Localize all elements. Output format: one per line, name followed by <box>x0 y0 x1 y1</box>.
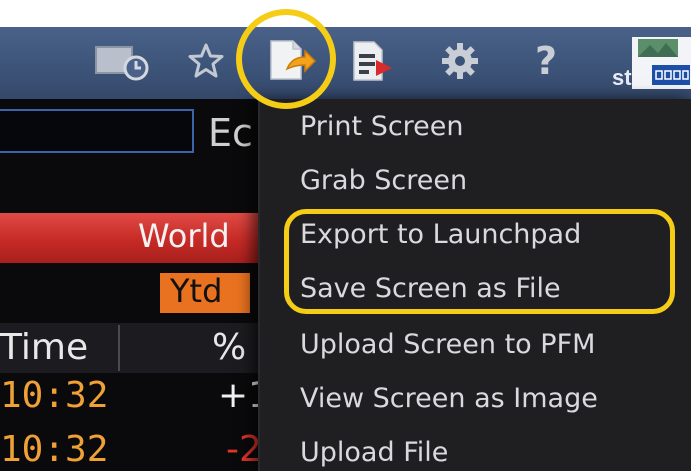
toolbar: ? st <box>0 27 691 99</box>
command-input[interactable] <box>0 109 194 153</box>
menu-item-upload-file[interactable]: Upload File <box>300 427 448 471</box>
column-header-change[interactable]: % <box>212 327 246 368</box>
export-page-icon[interactable] <box>262 39 320 83</box>
column-header-time[interactable]: Time <box>0 327 88 368</box>
menu-item-export-to-launchpad[interactable]: Export to Launchpad <box>300 209 581 261</box>
banner-title: World <box>138 217 230 255</box>
help-icon[interactable]: ? <box>528 39 564 83</box>
menu-item-grab-screen[interactable]: Grab Screen <box>300 155 467 207</box>
gear-icon[interactable] <box>438 39 482 83</box>
app-launcher-icon[interactable] <box>632 37 691 89</box>
help-glyph: ? <box>534 39 558 83</box>
table-row-time: 10:32 <box>0 375 109 416</box>
menu-item-upload-screen-to-pfm[interactable]: Upload Screen to PFM <box>300 319 595 371</box>
clock-icon[interactable] <box>92 39 154 83</box>
menu-item-save-screen-as-file[interactable]: Save Screen as File <box>300 263 561 315</box>
toolbar-partial-label: st <box>612 65 632 90</box>
terminal-screen: ? st Ec World Ytd Time % 10:32 +1 10:32 … <box>0 27 691 471</box>
report-icon[interactable] <box>348 39 398 83</box>
table-row-change: -2 <box>226 429 262 470</box>
export-menu: Print Screen Grab Screen Export to Launc… <box>258 99 691 471</box>
menu-item-print-screen[interactable]: Print Screen <box>300 101 464 153</box>
star-icon[interactable] <box>183 39 229 83</box>
menu-item-view-screen-as-image[interactable]: View Screen as Image <box>300 373 598 425</box>
header-partial-text: Ec <box>208 111 253 155</box>
column-divider <box>118 325 120 371</box>
table-row-time: 10:32 <box>0 429 109 470</box>
period-chip-label: Ytd <box>170 272 223 310</box>
